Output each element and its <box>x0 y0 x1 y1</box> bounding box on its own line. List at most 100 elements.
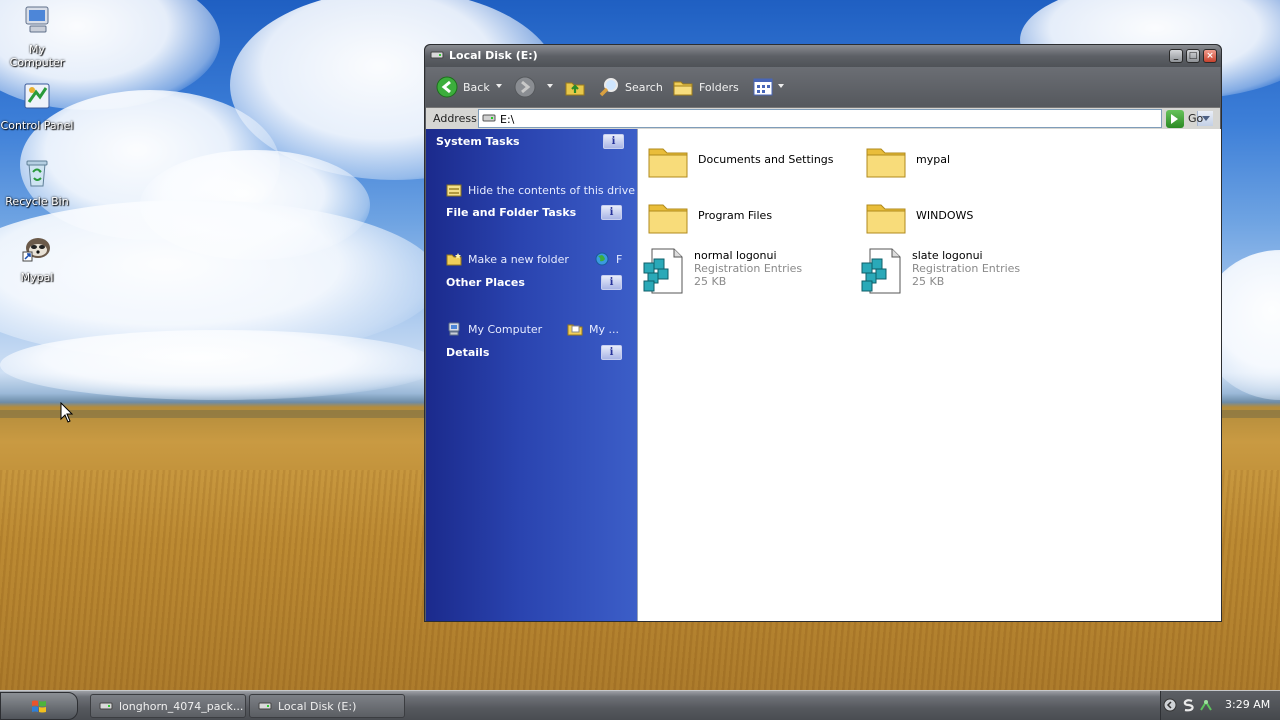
tray-arrow-icon[interactable] <box>1163 698 1177 712</box>
file-text: slate logonui Registration Entries 25 KB <box>912 249 1020 288</box>
search-icon <box>599 78 618 97</box>
network-icon[interactable] <box>1199 698 1213 712</box>
folder-icon <box>866 148 906 178</box>
toolbar: Back Search Folders <box>426 67 1220 107</box>
views-button[interactable] <box>752 75 779 99</box>
hide-contents-label: Hide the contents of this drive <box>468 183 635 197</box>
folders-button[interactable]: Folders <box>672 75 739 99</box>
file-item-documents-and-settings[interactable]: Documents and Settings <box>646 139 834 183</box>
file-name: slate logonui <box>912 249 983 262</box>
folder-icon <box>648 148 688 178</box>
back-arrow-icon <box>436 76 458 98</box>
registry-file-icon <box>643 248 683 294</box>
system-tasks-info-icon[interactable]: i <box>603 134 624 149</box>
search-button[interactable]: Search <box>598 75 663 99</box>
my-computer-link[interactable]: My Computer <box>446 322 542 336</box>
desktop-icon-my-computer[interactable]: My Computer <box>0 4 74 69</box>
file-name: Documents and Settings <box>698 153 834 166</box>
file-item-normal-logonui[interactable]: normal logonui Registration Entries 25 K… <box>642 247 802 295</box>
start-button[interactable] <box>0 692 78 720</box>
windows-flag-icon <box>32 700 46 713</box>
taskbar-button-local-disk[interactable]: Local Disk (E:) <box>249 694 405 718</box>
desktop-icon-control-panel[interactable]: Control Panel <box>0 80 74 132</box>
minimize-button[interactable]: _ <box>1169 49 1183 63</box>
back-button[interactable]: Back <box>436 75 490 99</box>
go-arrow-icon <box>1166 109 1184 128</box>
file-size: 25 KB <box>694 275 727 288</box>
address-value: E:\ <box>500 113 515 126</box>
file-folder-tasks-info-icon[interactable]: i <box>601 205 622 220</box>
clock[interactable]: 3:29 AM <box>1225 698 1270 711</box>
taskbar-button-longhorn-pack[interactable]: longhorn_4074_pack... <box>90 694 246 718</box>
my-computer-label: My Computer <box>468 322 543 336</box>
file-list-pane: Documents and Settings mypal Program Fil… <box>637 129 1221 621</box>
my-documents-icon <box>567 324 583 336</box>
mypal-icon <box>22 238 50 262</box>
recycle-bin-icon <box>26 160 48 187</box>
desktop-icon-mypal[interactable]: Mypal <box>0 232 74 284</box>
folder-icon <box>648 204 688 234</box>
file-item-mypal[interactable]: mypal <box>864 139 950 183</box>
back-dropdown-arrow[interactable] <box>496 84 502 88</box>
address-label: Address <box>433 112 477 125</box>
desktop-icon-label: Mypal <box>20 271 54 284</box>
file-name: WINDOWS <box>916 209 974 222</box>
hide-contents-icon <box>446 184 462 197</box>
file-item-slate-logonui[interactable]: slate logonui Registration Entries 25 KB <box>860 247 1020 295</box>
file-name: Program Files <box>698 209 773 222</box>
up-folder-button[interactable] <box>564 75 591 99</box>
forward-arrow-icon <box>514 76 536 98</box>
task-pane: System Tasks i Hide the contents of this… <box>426 129 637 621</box>
system-tray: 3:29 AM <box>1160 691 1280 720</box>
go-button[interactable]: Go <box>1166 109 1203 128</box>
folders-label: Folders <box>699 80 739 94</box>
taskbar-button-label: longhorn_4074_pack... <box>119 699 244 713</box>
publish-folder-label: F <box>616 252 623 266</box>
tray-s-icon[interactable] <box>1181 698 1195 712</box>
other-places-header[interactable]: Other Places <box>446 276 525 289</box>
file-item-program-files[interactable]: Program Files <box>646 195 772 239</box>
search-label: Search <box>625 80 663 94</box>
desktop-icon-recycle-bin[interactable]: Recycle Bin <box>0 156 74 208</box>
file-item-windows[interactable]: WINDOWS <box>864 195 973 239</box>
new-folder-icon <box>446 253 462 266</box>
hide-contents-link[interactable]: Hide the contents of this drive <box>446 183 635 197</box>
taskbar: longhorn_4074_pack... Local Disk (E:) 3:… <box>0 690 1280 720</box>
other-places-info-icon[interactable]: i <box>601 275 622 290</box>
my-computer-icon <box>448 322 460 336</box>
mouse-cursor-icon <box>60 402 74 423</box>
system-tasks-header[interactable]: System Tasks <box>436 135 520 148</box>
file-folder-tasks-header[interactable]: File and Folder Tasks <box>446 206 576 219</box>
address-input[interactable]: E:\ <box>478 109 1213 128</box>
views-dropdown-arrow[interactable] <box>778 84 784 88</box>
drive-icon <box>482 114 496 122</box>
back-label: Back <box>463 80 490 94</box>
details-header[interactable]: Details <box>446 346 489 359</box>
my-documents-link[interactable]: My ... <box>567 322 619 336</box>
file-kind: Registration Entries <box>694 262 803 275</box>
maximize-button[interactable]: □ <box>1186 49 1200 63</box>
publish-folder-link[interactable]: F <box>594 252 622 266</box>
control-panel-icon <box>24 83 50 109</box>
desktop-icon-label: My Computer <box>9 43 65 69</box>
address-bar: Address E:\ Go <box>426 107 1220 129</box>
file-kind: Registration Entries <box>912 262 1021 275</box>
my-computer-icon <box>25 6 49 33</box>
views-icon <box>753 78 773 96</box>
make-new-folder-link[interactable]: Make a new folder <box>446 252 569 266</box>
forward-dropdown-arrow[interactable] <box>547 84 553 88</box>
close-button[interactable]: × <box>1203 49 1217 63</box>
drive-icon <box>99 702 113 710</box>
my-documents-label: My ... <box>589 322 619 336</box>
window-title: Local Disk (E:) <box>449 49 538 62</box>
desktop-icon-label: Control Panel <box>0 119 74 132</box>
make-new-folder-label: Make a new folder <box>468 252 569 266</box>
title-bar[interactable]: Local Disk (E:) _ □ × <box>425 45 1221 67</box>
desktop-icon-label: Recycle Bin <box>5 195 69 208</box>
forward-button[interactable] <box>514 75 541 99</box>
file-name: mypal <box>916 153 951 166</box>
details-info-icon[interactable]: i <box>601 345 622 360</box>
go-label: Go <box>1188 112 1204 125</box>
drive-icon <box>258 702 272 710</box>
explorer-window[interactable]: Local Disk (E:) _ □ × Back Search Folder… <box>424 44 1222 622</box>
